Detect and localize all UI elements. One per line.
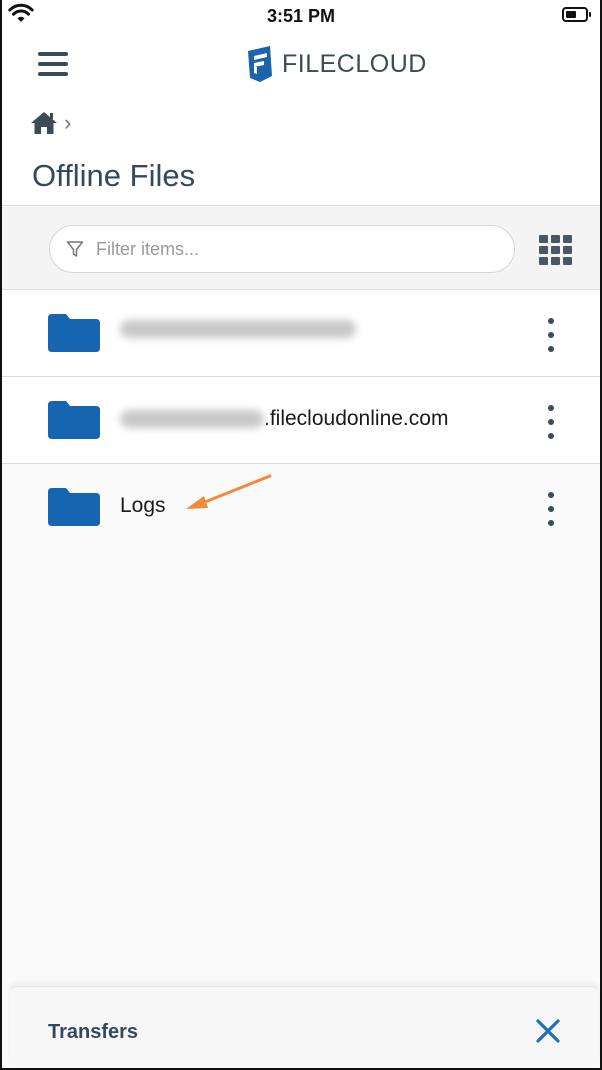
folder-icon	[48, 488, 100, 526]
close-icon[interactable]	[534, 1017, 562, 1045]
item-name	[120, 320, 356, 338]
filter-placeholder: Filter items...	[96, 238, 200, 259]
filecloud-logo: FILECLOUD	[246, 42, 427, 86]
filter-input[interactable]: Filter items...	[49, 225, 515, 273]
filter-icon	[66, 241, 84, 257]
folder-icon	[48, 401, 100, 439]
filter-bar: Filter items...	[2, 207, 600, 290]
obscured-name	[120, 410, 264, 428]
status-bar: 3:51 PM	[2, 0, 600, 34]
grid-view-icon[interactable]	[539, 235, 573, 265]
list-item[interactable]: .filecloudonline.com	[2, 377, 600, 464]
obscured-name	[120, 320, 356, 338]
hamburger-menu-icon[interactable]	[38, 52, 68, 76]
annotation-arrow-icon	[186, 474, 272, 509]
brand-name: FILECLOUD	[282, 49, 427, 78]
battery-icon	[562, 7, 591, 22]
item-name: Logs	[120, 494, 166, 518]
item-name: .filecloudonline.com	[120, 407, 448, 431]
transfers-label[interactable]: Transfers	[48, 1021, 138, 1044]
list-item[interactable]	[2, 290, 600, 377]
item-name-text: .filecloudonline.com	[264, 407, 449, 430]
app-frame: 3:51 PM FILECLOUD › Offline Files Filter…	[0, 0, 602, 1070]
filecloud-logo-icon	[248, 46, 272, 82]
breadcrumb: ›	[30, 110, 71, 136]
home-icon[interactable]	[30, 111, 58, 135]
folder-icon	[48, 314, 100, 352]
page-title: Offline Files	[32, 158, 196, 193]
status-time: 3:51 PM	[266, 6, 336, 26]
more-options-icon[interactable]	[543, 318, 559, 352]
transfers-bar: Transfers	[10, 986, 598, 1068]
list-item[interactable]: Logs	[2, 464, 600, 551]
chevron-right-icon: ›	[64, 110, 72, 135]
more-options-icon[interactable]	[543, 405, 559, 439]
app-header: FILECLOUD › Offline Files	[2, 34, 600, 206]
file-list: .filecloudonline.com Logs	[2, 290, 600, 551]
more-options-icon[interactable]	[543, 492, 559, 526]
item-name-text: Logs	[120, 494, 166, 517]
